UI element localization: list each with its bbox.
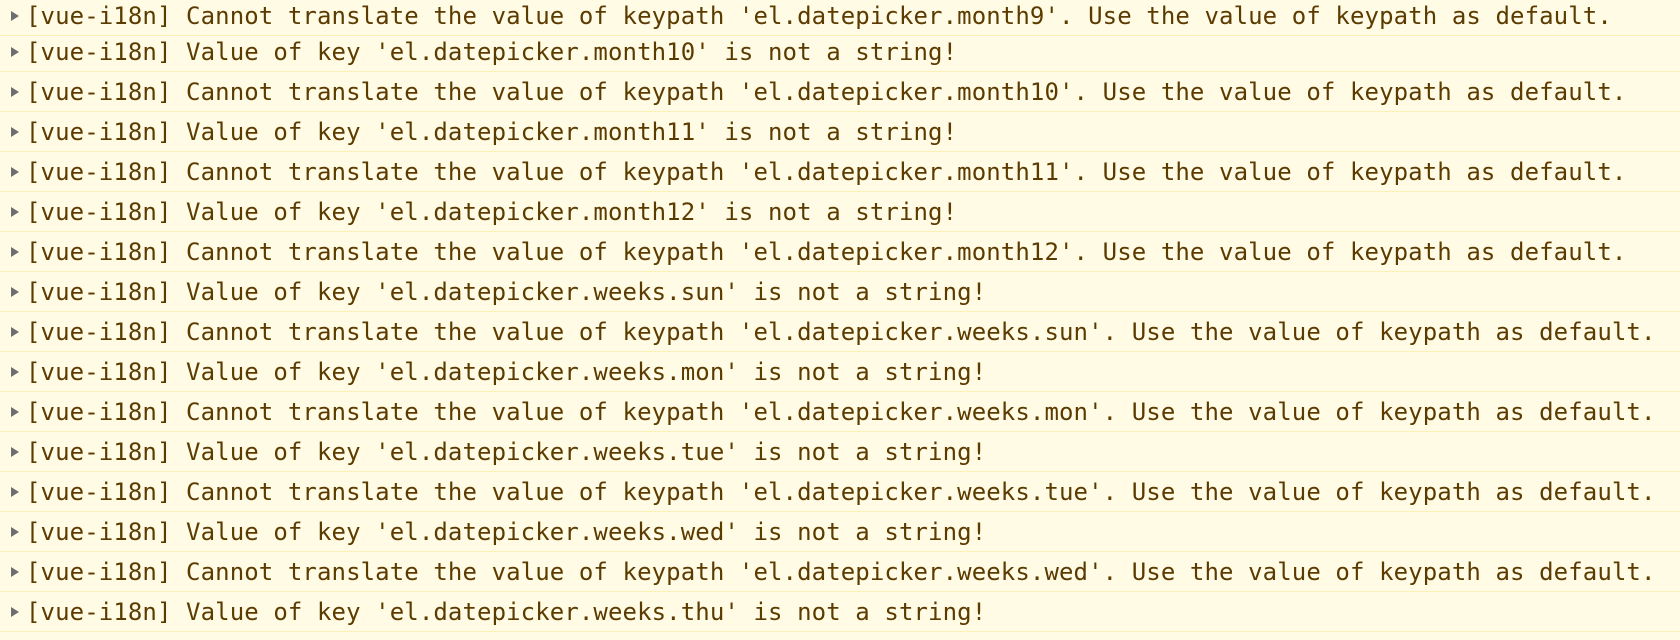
warning-message-text: [vue-i18n] Value of key 'el.datepicker.w… [26, 277, 987, 306]
expand-toggle[interactable] [0, 552, 26, 592]
warning-message-text: [vue-i18n] Value of key 'el.datepicker.w… [26, 597, 987, 626]
triangle-right-icon [11, 286, 19, 297]
warning-message-text: [vue-i18n] Cannot translate the value of… [26, 477, 1656, 506]
expand-toggle[interactable] [0, 592, 26, 632]
warning-message-row[interactable]: [vue-i18n] Cannot translate the value of… [0, 392, 1680, 432]
warning-message-row[interactable]: [vue-i18n] Value of key 'el.datepicker.w… [0, 272, 1680, 312]
warning-message-row[interactable]: [vue-i18n] Value of key 'el.datepicker.w… [0, 512, 1680, 552]
triangle-right-icon [11, 486, 19, 497]
warning-message-row[interactable]: [vue-i18n] Value of key 'el.datepicker.m… [0, 192, 1680, 232]
warning-message-text: [vue-i18n] Cannot translate the value of… [26, 77, 1627, 106]
triangle-right-icon [11, 46, 19, 57]
warning-message-row[interactable]: [vue-i18n] Cannot translate the value of… [0, 472, 1680, 512]
warning-message-row[interactable]: [vue-i18n] Value of key 'el.datepicker.w… [0, 592, 1680, 632]
warning-message-text: [vue-i18n] Cannot translate the value of… [26, 157, 1627, 186]
expand-toggle[interactable] [0, 32, 26, 72]
expand-toggle[interactable] [0, 512, 26, 552]
triangle-right-icon [11, 526, 19, 537]
expand-toggle[interactable] [0, 192, 26, 232]
warning-message-text: [vue-i18n] Cannot translate the value of… [26, 237, 1627, 266]
triangle-right-icon [11, 366, 19, 377]
warning-message-row[interactable]: [vue-i18n] Cannot translate the value of… [0, 552, 1680, 592]
triangle-right-icon [11, 166, 19, 177]
warning-message-row[interactable]: [vue-i18n] Cannot translate the value of… [0, 312, 1680, 352]
triangle-right-icon [11, 446, 19, 457]
expand-toggle[interactable] [0, 72, 26, 112]
console-warning-log: [vue-i18n] Cannot translate the value of… [0, 0, 1680, 640]
triangle-right-icon [11, 206, 19, 217]
expand-toggle[interactable] [0, 392, 26, 432]
warning-message-row[interactable]: [vue-i18n] Value of key 'el.datepicker.w… [0, 432, 1680, 472]
warning-message-row[interactable]: [vue-i18n] Value of key 'el.datepicker.m… [0, 112, 1680, 152]
warning-message-text: [vue-i18n] Cannot translate the value of… [26, 557, 1656, 586]
triangle-right-icon [11, 86, 19, 97]
expand-toggle[interactable] [0, 0, 26, 36]
warning-message-row[interactable]: [vue-i18n] Cannot translate the value of… [0, 72, 1680, 112]
expand-toggle[interactable] [0, 432, 26, 472]
warning-message-text: [vue-i18n] Cannot translate the value of… [26, 397, 1656, 426]
triangle-right-icon [11, 10, 19, 21]
warning-message-row[interactable]: [vue-i18n] Value of key 'el.datepicker.m… [0, 32, 1680, 72]
warning-message-text: [vue-i18n] Value of key 'el.datepicker.w… [26, 357, 987, 386]
triangle-right-icon [11, 566, 19, 577]
warning-message-text: [vue-i18n] Value of key 'el.datepicker.w… [26, 517, 987, 546]
warning-message-text: [vue-i18n] Value of key 'el.datepicker.m… [26, 197, 958, 226]
triangle-right-icon [11, 246, 19, 257]
warning-message-row[interactable]: [vue-i18n] Cannot translate the value of… [0, 152, 1680, 192]
expand-toggle[interactable] [0, 152, 26, 192]
triangle-right-icon [11, 326, 19, 337]
triangle-right-icon [11, 606, 19, 617]
warning-message-row[interactable]: [vue-i18n] Value of key 'el.datepicker.w… [0, 352, 1680, 392]
expand-toggle[interactable] [0, 232, 26, 272]
warning-message-text: [vue-i18n] Cannot translate the value of… [26, 1, 1612, 30]
expand-toggle[interactable] [0, 112, 26, 152]
warning-message-text: [vue-i18n] Cannot translate the value of… [26, 317, 1656, 346]
expand-toggle[interactable] [0, 352, 26, 392]
expand-toggle[interactable] [0, 312, 26, 352]
warning-message-text: [vue-i18n] Value of key 'el.datepicker.m… [26, 37, 958, 66]
warning-message-text: [vue-i18n] Value of key 'el.datepicker.m… [26, 117, 958, 146]
warning-message-text: [vue-i18n] Value of key 'el.datepicker.w… [26, 437, 987, 466]
expand-toggle[interactable] [0, 472, 26, 512]
triangle-right-icon [11, 406, 19, 417]
warning-message-row[interactable]: [vue-i18n] Cannot translate the value of… [0, 232, 1680, 272]
expand-toggle[interactable] [0, 272, 26, 312]
triangle-right-icon [11, 126, 19, 137]
